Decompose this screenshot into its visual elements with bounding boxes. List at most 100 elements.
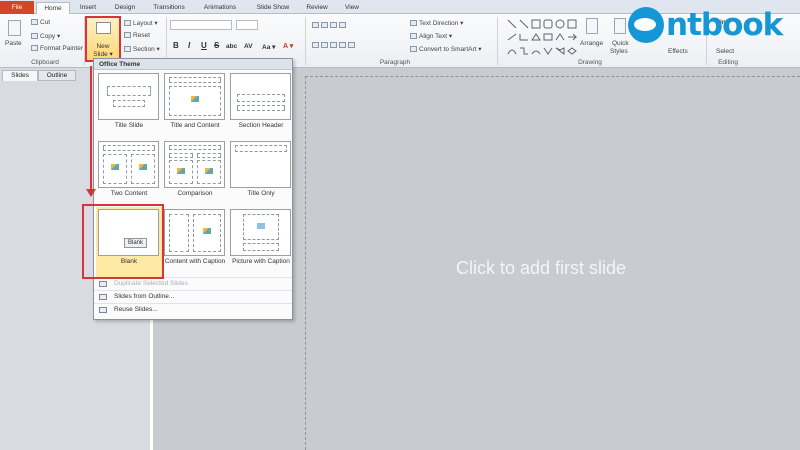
- new-slide-button[interactable]: New Slide ▾: [85, 16, 121, 62]
- align-center-icon: [321, 42, 328, 48]
- font-size-select[interactable]: [236, 20, 258, 30]
- align-left-icon: [312, 42, 319, 48]
- clipboard-group-label: Clipboard: [31, 59, 59, 66]
- font-family-select[interactable]: [170, 20, 232, 30]
- tab-slides[interactable]: Slides: [2, 70, 38, 81]
- layout-title-slide[interactable]: [98, 73, 159, 120]
- cut-button[interactable]: Cut: [31, 19, 50, 26]
- slides-from-outline-item[interactable]: Slides from Outline...: [94, 290, 292, 302]
- quick-styles-button-2[interactable]: Styles: [610, 48, 628, 55]
- tab-insert[interactable]: Insert: [76, 2, 100, 14]
- picture-icon: [257, 223, 265, 229]
- quick-styles-button-1[interactable]: Quick: [612, 40, 629, 47]
- tab-animations[interactable]: Animations: [198, 2, 242, 14]
- font-color-button[interactable]: A ▾: [283, 42, 293, 50]
- tab-transitions[interactable]: Transitions: [148, 2, 190, 14]
- reset-icon: [124, 32, 131, 38]
- indent-icon: [330, 22, 337, 28]
- title-placeholder: [107, 86, 151, 96]
- bullets-button[interactable]: [312, 22, 348, 29]
- layout-label: Title Slide: [114, 122, 144, 129]
- add-slide-placeholder[interactable]: Click to add first slide: [456, 258, 626, 279]
- layout-button[interactable]: Layout ▾: [124, 19, 158, 27]
- content-icon: [205, 168, 213, 174]
- char-spacing-button[interactable]: AV: [244, 43, 253, 50]
- underline-button[interactable]: U: [201, 41, 207, 50]
- layout-content-with-caption[interactable]: [164, 209, 225, 256]
- reuse-slides-item[interactable]: Reuse Slides...: [94, 303, 292, 315]
- smartart-icon: [410, 46, 417, 52]
- change-case-button[interactable]: Aa ▾: [262, 43, 275, 51]
- layout-label: Title and Content: [170, 122, 220, 129]
- layout-picture-with-caption[interactable]: [230, 209, 291, 256]
- heading-placeholder: [197, 153, 221, 158]
- layout-label: Comparison: [177, 190, 213, 197]
- drawing-group-label: Drawing: [578, 59, 602, 66]
- tab-view[interactable]: View: [340, 2, 364, 14]
- ribbon-divider: [305, 17, 306, 65]
- text-direction-icon: [410, 20, 417, 26]
- bold-button[interactable]: B: [173, 41, 179, 50]
- text-shadow-button[interactable]: abc: [226, 43, 237, 50]
- tab-file[interactable]: File: [0, 1, 34, 14]
- copy-button[interactable]: Copy ▾: [31, 32, 60, 40]
- arrange-icon[interactable]: [586, 18, 598, 34]
- content-icon: [111, 164, 119, 170]
- layout-comparison[interactable]: [164, 141, 225, 188]
- new-slide-label-1: New: [96, 43, 110, 50]
- caption-placeholder: [243, 243, 279, 251]
- annotation-highlight-box: [82, 204, 164, 279]
- strikethrough-button[interactable]: S: [214, 41, 219, 50]
- heading-placeholder: [169, 153, 193, 158]
- tab-home[interactable]: Home: [36, 2, 70, 14]
- convert-smartart-button[interactable]: Convert to SmartArt ▾: [410, 45, 482, 53]
- alignment-buttons[interactable]: [312, 42, 357, 49]
- bullets-icon: [312, 22, 319, 28]
- annotation-arrow-head: [86, 189, 96, 197]
- layout-section-header[interactable]: [230, 73, 291, 120]
- annotation-arrow: [90, 66, 92, 192]
- tab-outline[interactable]: Outline: [38, 70, 76, 81]
- title-placeholder: [237, 94, 285, 102]
- reuse-icon: [99, 307, 107, 313]
- title-placeholder: [169, 77, 221, 83]
- shape-effects-button[interactable]: Effects: [668, 48, 688, 55]
- tab-slide-show[interactable]: Slide Show: [252, 2, 294, 14]
- paste-icon[interactable]: [8, 20, 21, 36]
- text-direction-button[interactable]: Text Direction ▾: [410, 19, 463, 27]
- layout-two-content[interactable]: [98, 141, 159, 188]
- content-icon: [139, 164, 147, 170]
- quick-styles-icon[interactable]: [614, 18, 626, 34]
- copy-icon: [31, 33, 38, 39]
- tab-review[interactable]: Review: [302, 2, 332, 14]
- align-text-button[interactable]: Align Text ▾: [410, 32, 452, 40]
- layout-title-and-content[interactable]: [164, 73, 225, 120]
- layout-label: Section Header: [238, 122, 284, 129]
- content-icon: [191, 96, 199, 102]
- layout-icon: [124, 20, 131, 26]
- tab-design[interactable]: Design: [110, 2, 140, 14]
- title-placeholder: [235, 145, 287, 152]
- new-slide-icon: [96, 22, 111, 34]
- reset-button[interactable]: Reset: [124, 32, 150, 39]
- format-painter-button[interactable]: Format Painter: [31, 45, 83, 52]
- layout-title-only[interactable]: [230, 141, 291, 188]
- duplicate-icon: [99, 281, 107, 287]
- content-icon: [177, 168, 185, 174]
- arrange-button[interactable]: Arrange: [580, 40, 603, 47]
- scissors-icon: [31, 19, 38, 25]
- layout-label: Two Content: [110, 190, 148, 197]
- layout-label: Content with Caption: [164, 258, 226, 265]
- section-button[interactable]: Section ▾: [124, 45, 160, 53]
- content-icon: [203, 228, 211, 234]
- paste-button[interactable]: Paste: [5, 40, 22, 47]
- align-right-icon: [330, 42, 337, 48]
- numbering-icon: [321, 22, 328, 28]
- paragraph-group-label: Paragraph: [379, 59, 411, 66]
- shapes-gallery[interactable]: [506, 18, 582, 58]
- gallery-header: Office Theme: [94, 59, 292, 70]
- subtitle-placeholder: [113, 100, 145, 107]
- italic-button[interactable]: I: [188, 41, 190, 50]
- justify-icon: [339, 42, 346, 48]
- select-button[interactable]: Select: [716, 48, 734, 55]
